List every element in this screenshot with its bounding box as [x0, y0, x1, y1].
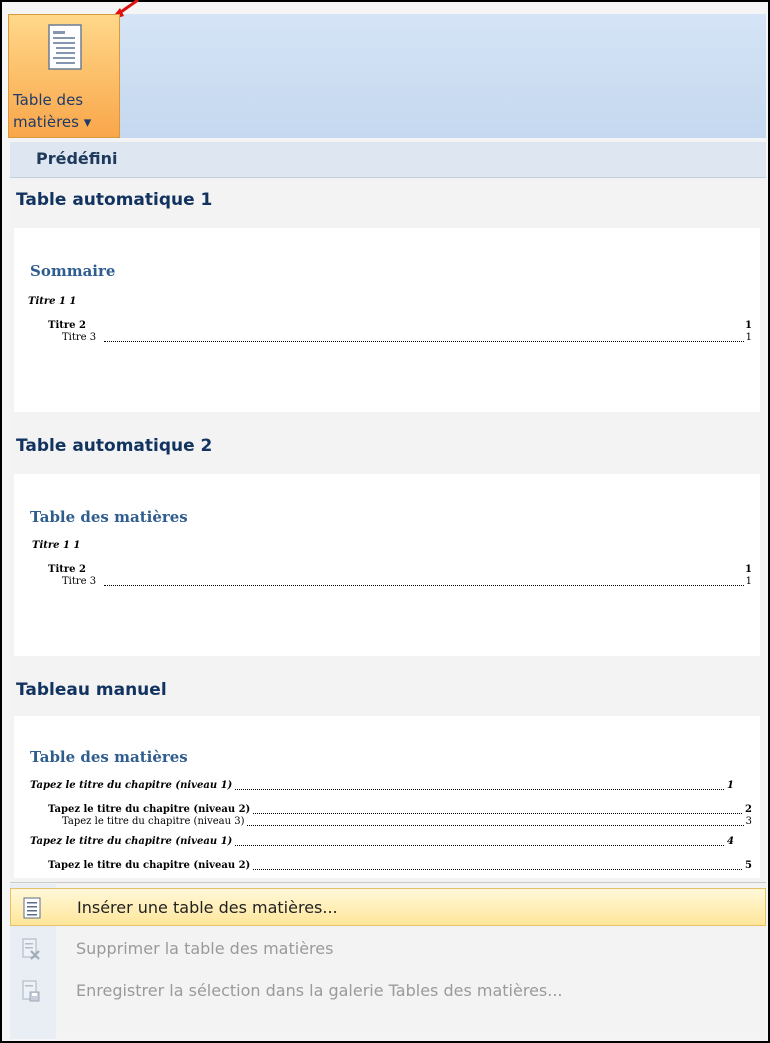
menu-header-label: Prédéfini [36, 149, 118, 168]
save-selection-menu-item[interactable]: Enregistrer la sélection dans la galerie… [10, 972, 766, 1010]
preview-heading: Table des matières [30, 508, 188, 526]
document-icon [23, 897, 41, 919]
preview-line: Tapez le titre du chapitre (niveau 3) 3 [62, 816, 752, 828]
preview-line: Titre 3 1 [62, 576, 752, 588]
insert-toc-label: Insérer une table des matières... [77, 898, 338, 917]
save-to-gallery-icon [22, 980, 40, 1002]
preview-line: Titre 1 1 [32, 540, 83, 552]
preview-heading: Sommaire [30, 262, 116, 280]
preview-line: Titre 1 1 [28, 296, 79, 308]
section-title-manual: Tableau manuel [16, 680, 167, 700]
save-selection-label: Enregistrer la sélection dans la galerie… [76, 981, 563, 1000]
section-title-auto-2: Table automatique 2 [16, 436, 213, 456]
menu-separator [10, 882, 766, 883]
insert-toc-menu-item[interactable]: Insérer une table des matières... [10, 888, 766, 926]
table-of-contents-icon [48, 24, 82, 70]
preview-line: Titre 2 1 [48, 564, 752, 576]
preview-line: Titre 2 1 [48, 320, 752, 332]
gallery-item-manual[interactable]: Table des matières Tapez le titre du cha… [14, 716, 760, 878]
delete-toc-label: Supprimer la table des matières [76, 939, 334, 958]
preview-line: Tapez le titre du chapitre (niveau 1) 4 [30, 836, 734, 848]
delete-toc-menu-item[interactable]: Supprimer la table des matières [10, 930, 766, 968]
preview-line: Tapez le titre du chapitre (niveau 1) 1 [30, 780, 734, 792]
preview-line: Tapez le titre du chapitre (niveau 2) 2 [48, 804, 752, 816]
button-label-line2: matières ▾ [13, 113, 92, 131]
section-title-auto-1: Table automatique 1 [16, 190, 213, 210]
delete-document-icon [22, 938, 40, 960]
ribbon [8, 14, 766, 138]
table-of-contents-button[interactable]: Table des matières ▾ [8, 14, 120, 138]
preview-line: Tapez le titre du chapitre (niveau 2) 5 [48, 860, 752, 872]
gallery-item-auto-2[interactable]: Table des matières Titre 1 1 Titre 2 1 T… [14, 474, 760, 656]
menu-header: Prédéfini [10, 142, 766, 178]
button-label-line1: Table des [13, 91, 84, 109]
preview-heading: Table des matières [30, 748, 188, 766]
preview-line: Titre 3 1 [62, 332, 752, 344]
gallery-item-auto-1[interactable]: Sommaire Titre 1 1 Titre 2 1 Titre 3 1 [14, 228, 760, 412]
